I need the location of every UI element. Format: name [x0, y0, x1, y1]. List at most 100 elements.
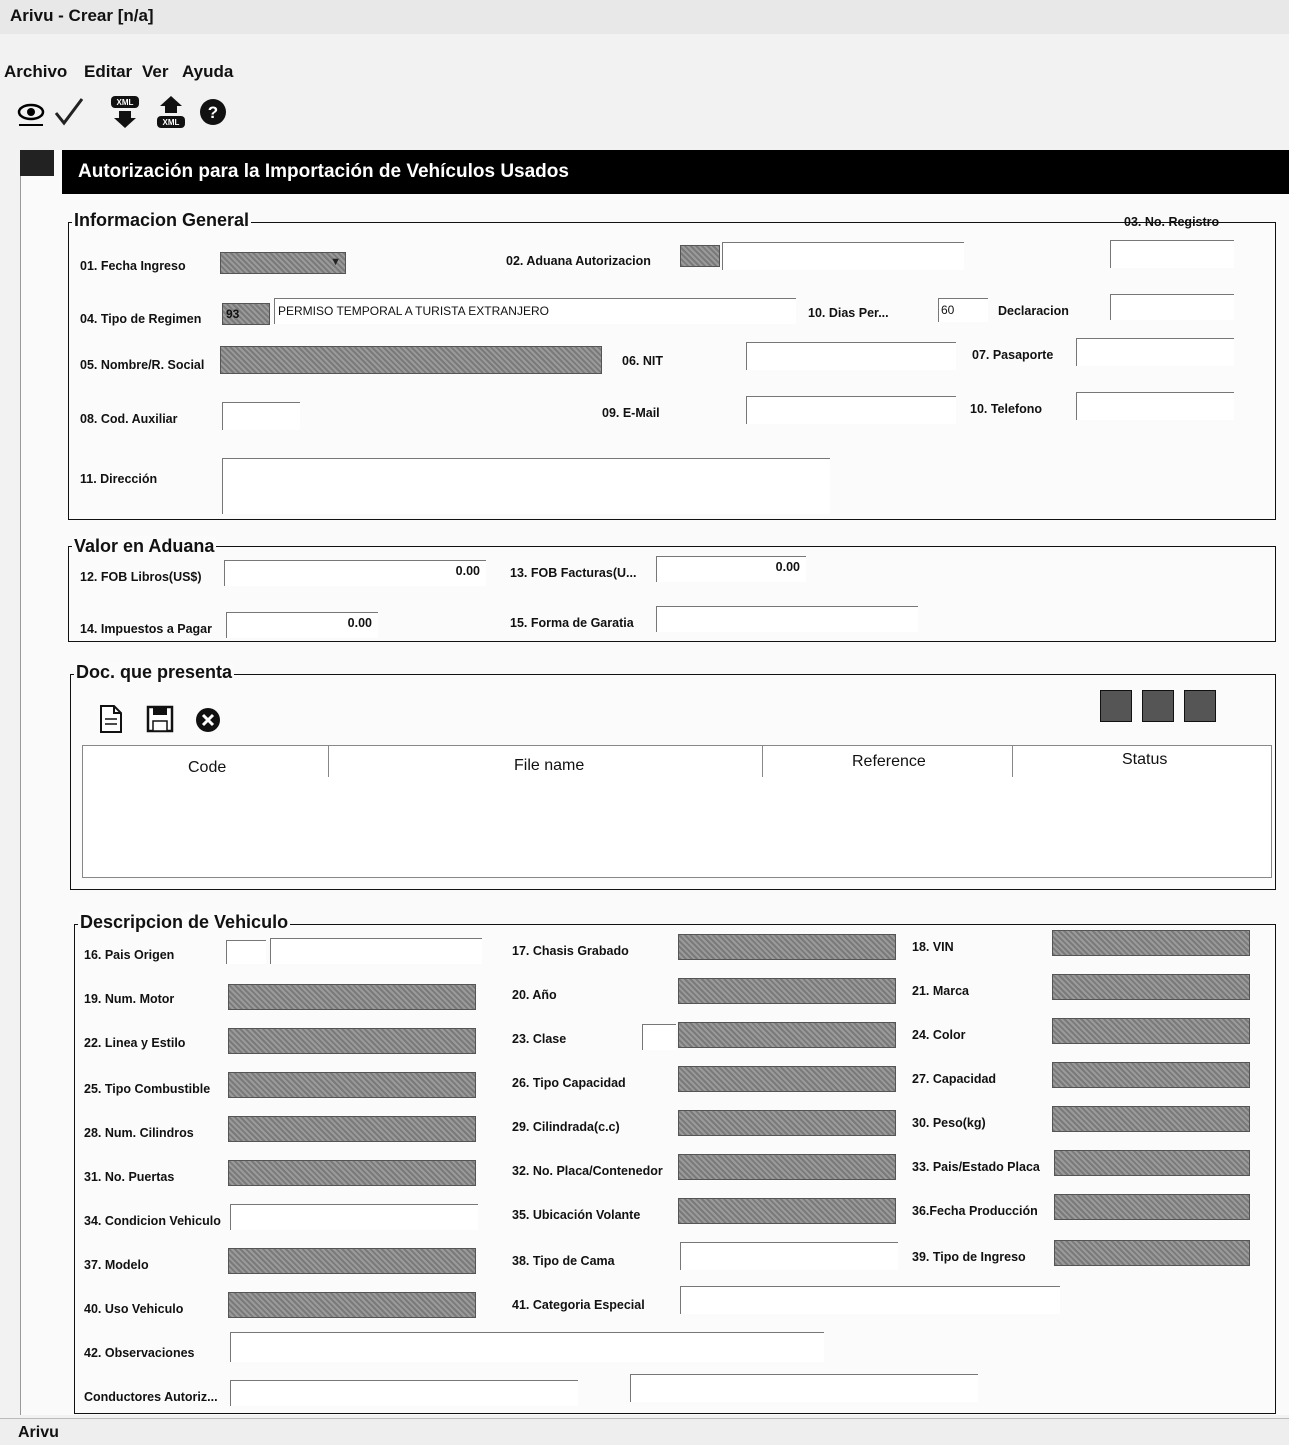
help-icon[interactable]: ? [196, 94, 230, 130]
docs-table-header [82, 745, 1272, 779]
regimen-code: 93 [226, 307, 240, 321]
fecha-field[interactable]: ▼ [220, 252, 346, 274]
delete-icon[interactable] [194, 706, 222, 739]
col-code[interactable]: Code [188, 759, 226, 777]
col-divider [328, 745, 329, 777]
grid-view-icon[interactable] [1184, 690, 1216, 722]
svg-text:?: ? [208, 103, 218, 122]
observaciones-field[interactable] [230, 1332, 824, 1362]
email-label: 09. E-Mail [602, 406, 660, 420]
auxiliar-field[interactable] [222, 402, 300, 430]
xml-upload-icon[interactable]: XML [154, 94, 188, 130]
direccion-field[interactable] [222, 458, 830, 514]
col-divider [762, 745, 763, 777]
email-field[interactable] [746, 396, 956, 424]
chevron-down-icon[interactable]: ▼ [330, 256, 341, 268]
side-marker [20, 150, 54, 176]
pais-origen-label: 16. Pais Origen [84, 948, 175, 962]
fecha-produccion-field[interactable] [1054, 1194, 1250, 1220]
telefono-field[interactable] [1076, 392, 1234, 420]
vin-field[interactable] [1052, 930, 1250, 956]
categoria-especial-field[interactable] [680, 1286, 1060, 1314]
svg-text:XML: XML [163, 118, 180, 127]
new-document-icon[interactable] [98, 704, 124, 739]
grid-first-icon[interactable] [1100, 690, 1132, 722]
categoria-especial-label: 41. Categoria Especial [512, 1298, 645, 1312]
pais-estado-placa-label: 33. Pais/Estado Placa [912, 1160, 1040, 1174]
pasaporte-field[interactable] [1076, 338, 1234, 366]
clase-code-field[interactable] [642, 1024, 676, 1050]
check-icon[interactable] [52, 94, 86, 130]
garantia-field[interactable] [656, 606, 918, 632]
fob-facturas-value: 0.00 [775, 560, 800, 574]
auxiliar-label: 08. Cod. Auxiliar [80, 412, 178, 426]
valor-legend: Valor en Aduana [72, 536, 217, 557]
chasis-grabado-field[interactable] [678, 934, 896, 960]
svg-text:XML: XML [117, 98, 134, 107]
tipo-ingreso-field[interactable] [1054, 1240, 1250, 1266]
pais-estado-placa-field[interactable] [1054, 1150, 1250, 1176]
pais-origen-code-field[interactable] [226, 940, 266, 964]
clase-field[interactable] [678, 1022, 896, 1048]
menu-ver[interactable]: Ver [142, 62, 168, 82]
linea-estilo-field[interactable] [228, 1028, 476, 1054]
declaracion-field[interactable] [1110, 294, 1234, 320]
num-motor-field[interactable] [228, 984, 476, 1010]
regimen-code-field[interactable]: 93 [222, 303, 270, 325]
tipo-combustible-field[interactable] [228, 1072, 476, 1098]
aduana-field[interactable] [722, 242, 964, 270]
no-puertas-field[interactable] [228, 1160, 476, 1186]
num-cilindros-label: 28. Num. Cilindros [84, 1126, 194, 1140]
fob-libros-field[interactable]: 0.00 [224, 560, 486, 586]
anio-field[interactable] [678, 978, 896, 1004]
xml-download-icon[interactable]: XML [108, 94, 142, 130]
nit-field[interactable] [746, 342, 956, 370]
condicion-vehiculo-field[interactable] [230, 1204, 478, 1230]
anio-label: 20. Año [512, 988, 557, 1002]
ubicacion-volante-label: 35. Ubicación Volante [512, 1208, 641, 1222]
marca-label: 21. Marca [912, 984, 969, 998]
ubicacion-volante-field[interactable] [678, 1198, 896, 1224]
modelo-label: 37. Modelo [84, 1258, 149, 1272]
fob-facturas-field[interactable]: 0.00 [656, 556, 806, 582]
dias-field[interactable]: 60 [938, 298, 988, 322]
menu-archivo[interactable]: Archivo [4, 62, 67, 82]
menu-editar[interactable]: Editar [84, 62, 132, 82]
save-icon[interactable] [146, 704, 174, 739]
tipo-capacidad-field[interactable] [678, 1066, 896, 1092]
nombre-field[interactable] [220, 346, 602, 374]
col-status[interactable]: Status [1122, 751, 1167, 769]
registro-label: 03. No. Registro [1124, 215, 1220, 229]
num-cilindros-field[interactable] [228, 1116, 476, 1142]
color-field[interactable] [1052, 1018, 1250, 1044]
cilindrada-field[interactable] [678, 1110, 896, 1136]
title-bar: Arivu - Crear [n/a] [0, 0, 1289, 34]
uso-vehiculo-field[interactable] [228, 1292, 476, 1318]
registro-field[interactable] [1110, 240, 1234, 268]
menu-ayuda[interactable]: Ayuda [182, 62, 233, 82]
modelo-field[interactable] [228, 1248, 476, 1274]
marca-field[interactable] [1052, 974, 1250, 1000]
grid-list-icon[interactable] [1142, 690, 1174, 722]
col-reference[interactable]: Reference [852, 753, 926, 771]
docs-table-body[interactable] [82, 777, 1272, 878]
condicion-vehiculo-label: 34. Condicion Vehiculo [84, 1214, 221, 1228]
status-text: Arivu [18, 1424, 59, 1441]
pais-origen-field[interactable] [270, 938, 482, 964]
tipo-capacidad-label: 26. Tipo Capacidad [512, 1076, 626, 1090]
tipo-cama-field[interactable] [680, 1242, 898, 1270]
no-placa-field[interactable] [678, 1154, 896, 1180]
peso-field[interactable] [1052, 1106, 1250, 1132]
regimen-field[interactable]: PERMISO TEMPORAL A TURISTA EXTRANJERO [274, 298, 796, 324]
aduana-code-field[interactable] [680, 245, 720, 267]
conductores-extra-field[interactable] [630, 1374, 978, 1402]
capacidad-field[interactable] [1052, 1062, 1250, 1088]
impuestos-field[interactable]: 0.00 [226, 612, 378, 638]
no-placa-label: 32. No. Placa/Contenedor [512, 1164, 663, 1178]
uso-vehiculo-label: 40. Uso Vehiculo [84, 1302, 184, 1316]
fob-libros-label: 12. FOB Libros(US$) [80, 570, 202, 584]
col-file-name[interactable]: File name [514, 757, 584, 775]
status-bar: Arivu [0, 1418, 1289, 1445]
conductores-field[interactable] [230, 1380, 578, 1406]
eye-icon[interactable] [14, 94, 48, 130]
